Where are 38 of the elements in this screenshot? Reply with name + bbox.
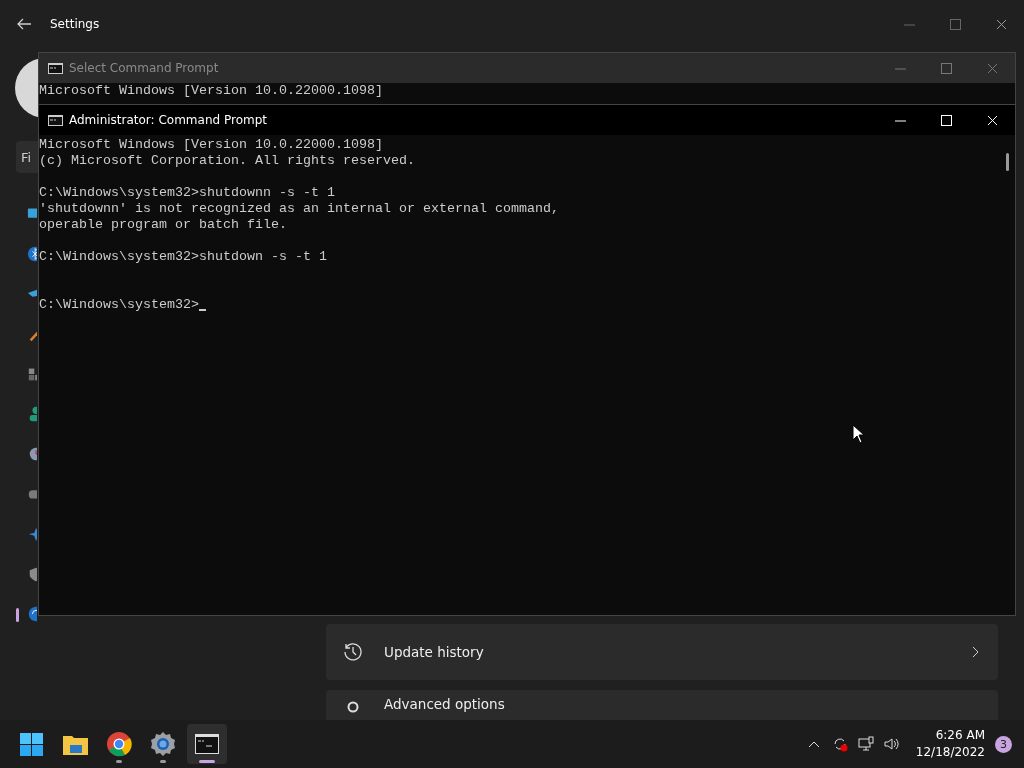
clock-time[interactable]: 6:26 AM (935, 727, 985, 744)
console-line: Microsoft Windows [Version 10.0.22000.1098] (39, 137, 384, 153)
console-icon (48, 62, 63, 74)
console-line: (c) Microsoft Corporation. All rights reserved. (39, 153, 416, 169)
settings-card[interactable]: Update history (326, 624, 998, 680)
scrollbar-thumb[interactable] (1006, 153, 1009, 171)
chevron-right-icon (970, 646, 980, 658)
shield-icon[interactable] (27, 566, 37, 582)
volume-icon[interactable] (883, 736, 900, 752)
settings-card[interactable]: Advanced options (326, 690, 998, 720)
history-icon (342, 641, 364, 663)
console-icon (48, 114, 63, 126)
network-icon[interactable] (857, 736, 874, 752)
console-prompt: C:\Windows\system32> (39, 297, 199, 313)
sync-icon[interactable] (831, 736, 848, 752)
gear-icon (150, 731, 176, 757)
window-title: Administrator: Command Prompt (69, 113, 268, 127)
clock-date[interactable]: 12/18/2022 (915, 744, 985, 761)
window-title: Settings (50, 17, 101, 31)
gear-icon (347, 701, 359, 713)
notification-badge[interactable]: 3 (995, 735, 1012, 753)
card-label: Update history (384, 644, 485, 660)
console-line: Microsoft Windows [Version 10.0.22000.1098] (39, 83, 384, 99)
taskbar-app[interactable] (187, 724, 227, 764)
console-icon (194, 731, 220, 757)
browser-icon (106, 731, 132, 757)
console-line: operable program or batch file. (39, 217, 288, 233)
search-field[interactable]: Fi (16, 141, 38, 173)
back-arrow-icon[interactable] (16, 16, 32, 32)
card-label: Advanced options (384, 696, 506, 712)
person-icon[interactable] (27, 406, 37, 422)
close-icon[interactable] (995, 18, 1007, 30)
mouse-pointer-icon (852, 424, 864, 444)
window-title: Select Command Prompt (69, 61, 220, 75)
start-icon (18, 731, 44, 757)
console-line: C:\Windows\system32>shutdownn -s -t 1 (39, 185, 336, 201)
console-line: C:\Windows\system32>shutdown -s -t 1 (39, 249, 328, 265)
console-line: 'shutdownn' is not recognized as an internal or external command, (39, 201, 560, 217)
